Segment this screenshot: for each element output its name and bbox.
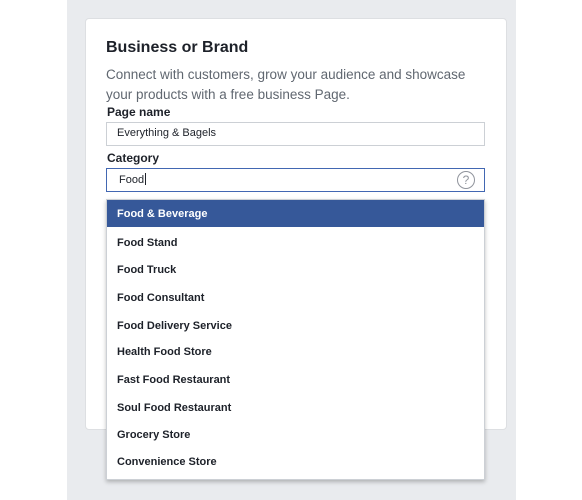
category-value: Food — [119, 174, 145, 186]
dropdown-option[interactable]: Grocery Store — [107, 421, 484, 448]
category-label: Category — [107, 151, 160, 165]
dropdown-option[interactable]: Convenience Store — [107, 448, 484, 475]
form-description: Connect with customers, grow your audien… — [106, 67, 466, 102]
page-name-input[interactable]: Everything & Bagels — [106, 122, 485, 146]
help-icon[interactable]: ? — [457, 171, 475, 189]
page-name-label: Page name — [107, 105, 171, 119]
dropdown-option[interactable]: Food Truck — [107, 256, 484, 283]
dropdown-option[interactable]: Food Delivery Service — [107, 312, 484, 339]
page-name-value: Everything & Bagels — [117, 127, 217, 139]
text-caret — [145, 173, 147, 185]
category-dropdown: Food & Beverage Food Stand Food Truck Food … — [106, 199, 485, 480]
dropdown-option[interactable]: Food & Beverage — [107, 200, 484, 227]
dropdown-option[interactable]: Fast Food Restaurant — [107, 366, 484, 393]
dropdown-option[interactable]: Health Food Store — [107, 338, 484, 365]
dropdown-option[interactable]: Food Stand — [107, 229, 484, 256]
category-input[interactable]: Food ? — [106, 168, 485, 192]
dropdown-option[interactable]: Soul Food Restaurant — [107, 394, 484, 421]
form-title: Business or Brand — [106, 39, 249, 56]
dropdown-option[interactable]: Food Consultant — [107, 284, 484, 311]
